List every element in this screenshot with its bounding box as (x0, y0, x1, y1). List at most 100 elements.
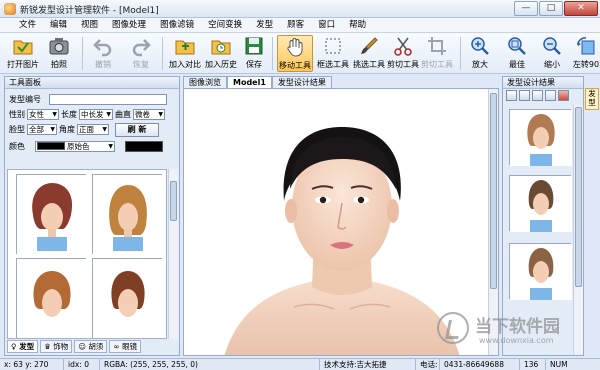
folder-open-icon (13, 40, 33, 55)
tab-beard[interactable]: ☺ 胡须 (74, 340, 108, 353)
toolbar-separator (460, 37, 461, 70)
gender-select[interactable]: 女性 ▼ (27, 109, 59, 120)
close-button[interactable]: ✕ (564, 1, 598, 16)
menu-edit[interactable]: 编辑 (43, 18, 74, 32)
delete-result-icon[interactable] (558, 90, 569, 101)
move-tool-button[interactable]: 移动工具 (277, 35, 313, 72)
status-phone: 0431-86649688 (440, 359, 520, 370)
status-index: idx: 0 (64, 359, 100, 370)
maximize-button[interactable]: □ (539, 1, 563, 16)
cut-tool-button[interactable]: 剪切工具 (386, 35, 420, 72)
folder-compare-icon (175, 40, 195, 55)
tab-design-result[interactable]: 发型设计结果 (271, 76, 332, 88)
result-portrait-image (510, 176, 572, 232)
rotate-left-button[interactable]: 左转90 (572, 35, 600, 72)
open-result-icon[interactable] (519, 90, 530, 101)
color-select[interactable]: 原始色 ▼ (35, 141, 115, 152)
side-tab-hairstyle[interactable]: 发型 (585, 88, 599, 110)
status-phone-label: 电话: (416, 359, 440, 370)
menu-window[interactable]: 窗口 (311, 18, 342, 32)
length-select[interactable]: 中长发 ▼ (79, 109, 113, 120)
hairstyle-portrait-image (17, 259, 87, 338)
scrollbar-thumb[interactable] (170, 181, 177, 221)
scrollbar-thumb[interactable] (490, 93, 497, 289)
face-label: 脸型 (9, 125, 25, 134)
angle-select[interactable]: 正面 ▼ (77, 124, 109, 135)
hairstyle-thumbnail[interactable] (92, 258, 163, 338)
tab-glasses[interactable]: ∞ 眼镜 (109, 340, 142, 353)
hairstyle-thumbnail[interactable] (16, 258, 87, 338)
menu-image-process[interactable]: 图像处理 (105, 18, 153, 32)
hairstyle-thumbnail[interactable] (92, 174, 163, 255)
refresh-button[interactable]: 刷 新 (115, 122, 159, 137)
minimize-button[interactable]: — (514, 1, 538, 16)
status-rgba: RGBA: (255, 255, 255, 0) (100, 359, 320, 370)
tool-panel-title: 工具面板 (5, 77, 179, 89)
rotate-left-icon (577, 37, 595, 55)
zoom-out-button[interactable]: 缩小 (538, 35, 566, 72)
zoom-in-button[interactable]: 放大 (466, 35, 494, 72)
menu-bar: 文件 编辑 视图 图像处理 图像滤镜 空间变换 发型 顾客 窗口 帮助 (0, 18, 600, 33)
window-title: 新锐发型设计管理软件 - [Model1] (20, 6, 159, 16)
add-compare-button[interactable]: 加入对比 (168, 35, 202, 72)
result-thumbnail[interactable] (509, 175, 572, 232)
toolbar-separator (162, 37, 163, 70)
menu-hairstyle[interactable]: 发型 (249, 18, 280, 32)
marquee-tool-button[interactable]: 框选工具 (316, 35, 350, 72)
result-portrait-image (510, 110, 572, 166)
tab-model1[interactable]: Model1 (227, 76, 272, 88)
curl-select[interactable]: 微卷 ▼ (133, 109, 165, 120)
save-button[interactable]: 保存 (242, 35, 266, 72)
menu-view[interactable]: 视图 (74, 18, 105, 32)
tab-image-browser[interactable]: 图像浏览 (183, 76, 227, 88)
add-history-button[interactable]: 加入历史 (204, 35, 238, 72)
filter-form: 发型编号 性别 女性 ▼ 长度 中长发 ▼ 曲直 微卷 ▼ 脸型 全部 ▼ 角度 正面 ▼… (5, 89, 179, 157)
gallery-scrollbar[interactable] (168, 169, 178, 339)
app-icon (4, 3, 16, 15)
status-coords: x: 63 y: 270 (0, 359, 64, 370)
add-result-icon[interactable] (506, 90, 517, 101)
status-num: NUM (550, 360, 568, 369)
site-watermark: 当下软件园 www.downxia.com (437, 310, 597, 356)
scrollbar-thumb[interactable] (575, 107, 582, 287)
save-result-icon[interactable] (532, 90, 543, 101)
hairstyle-portrait-image (93, 175, 163, 255)
brush-icon (361, 37, 378, 54)
document-tabs: 图像浏览 Model1 发型设计结果 (183, 76, 499, 88)
menu-customer[interactable]: 顾客 (280, 18, 311, 32)
color-swatch (37, 142, 65, 150)
marquee-select-icon (325, 38, 341, 54)
length-label: 长度 (61, 110, 77, 119)
face-select[interactable]: 全部 ▼ (27, 124, 57, 135)
tool-panel-tabs: ♀ 发型 ♛ 饰物 ☺ 胡须 ∞ 眼镜 (7, 340, 177, 353)
status-support: 技术支持:吉大拓捷 (320, 359, 416, 370)
undo-button[interactable]: 撤销 (90, 35, 116, 72)
hairstyle-portrait-image (17, 175, 87, 255)
result-thumbnail[interactable] (509, 243, 572, 300)
zoom-out-icon (543, 37, 561, 55)
watermark-logo-icon (437, 312, 469, 344)
style-number-input[interactable] (49, 94, 167, 105)
menu-transform[interactable]: 空间变换 (201, 18, 249, 32)
undo-icon (93, 39, 112, 57)
pick-tool-button[interactable]: 挑选工具 (352, 35, 386, 72)
style-number-label: 发型编号 (9, 95, 41, 104)
menu-help[interactable]: 帮助 (342, 18, 373, 32)
hairstyle-thumbnail[interactable] (16, 174, 87, 255)
menu-file[interactable]: 文件 (12, 18, 43, 32)
toolbar-separator (272, 37, 273, 70)
zoom-fit-button[interactable]: 最佳 (503, 35, 531, 72)
curl-label: 曲直 (115, 110, 131, 119)
take-photo-button[interactable]: 拍照 (46, 35, 72, 72)
print-result-icon[interactable] (545, 90, 556, 101)
result-thumbnail[interactable] (509, 109, 572, 166)
crop-tool-button[interactable]: 剪切工具 (420, 35, 454, 72)
watermark-text: 当下软件园 (475, 317, 560, 337)
tab-hairstyle[interactable]: ♀ 发型 (7, 340, 39, 353)
redo-button[interactable]: 恢复 (128, 35, 154, 72)
open-image-button[interactable]: 打开图片 (6, 35, 40, 72)
toolbar-separator (82, 37, 83, 70)
menu-image-filter[interactable]: 图像滤镜 (153, 18, 201, 32)
results-panel-title: 发型设计结果 (503, 77, 583, 89)
tab-accessories[interactable]: ♛ 饰物 (40, 340, 73, 353)
